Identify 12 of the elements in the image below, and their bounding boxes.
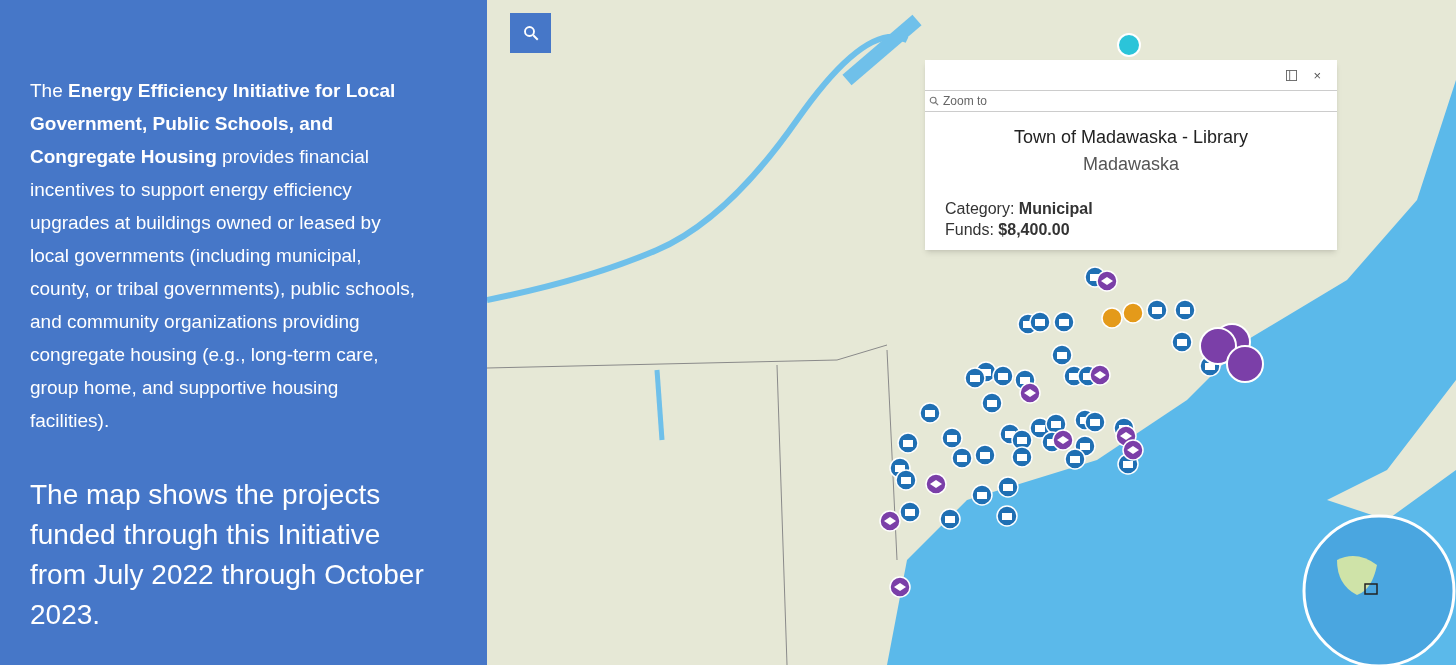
popup-subtitle: Madawaska xyxy=(1082,153,1179,176)
attribute-line: Funds: $8,400.00 xyxy=(945,220,1071,240)
zoom-icon xyxy=(929,96,939,106)
zoom-to-link[interactable]: Zoom to xyxy=(943,92,987,110)
attribute-line: Category: Municipal xyxy=(945,199,1094,219)
search-button[interactable] xyxy=(510,13,551,53)
summary-paragraph: The map shows the projects funded through this Initiative from July 2022 through October 2023. xyxy=(30,478,425,632)
popup-title: Town of Madawaska - Library xyxy=(1013,126,1249,149)
close-button[interactable]: × xyxy=(1313,68,1321,82)
intro-paragraph: The Energy Efficiency Initiative for Local Government, Public Schools, and Congregate Housing provides financial incentives to support energy efficiency upgrades at buildings owned or leased by local governments (including municipal, county, or tribal governments), public schools, and community organizations providing congregate housing (e.g., long-term care, group home, and supportive housing facilities). xyxy=(30,79,417,433)
dock-icon[interactable] xyxy=(1286,69,1298,81)
search-icon xyxy=(521,24,540,42)
